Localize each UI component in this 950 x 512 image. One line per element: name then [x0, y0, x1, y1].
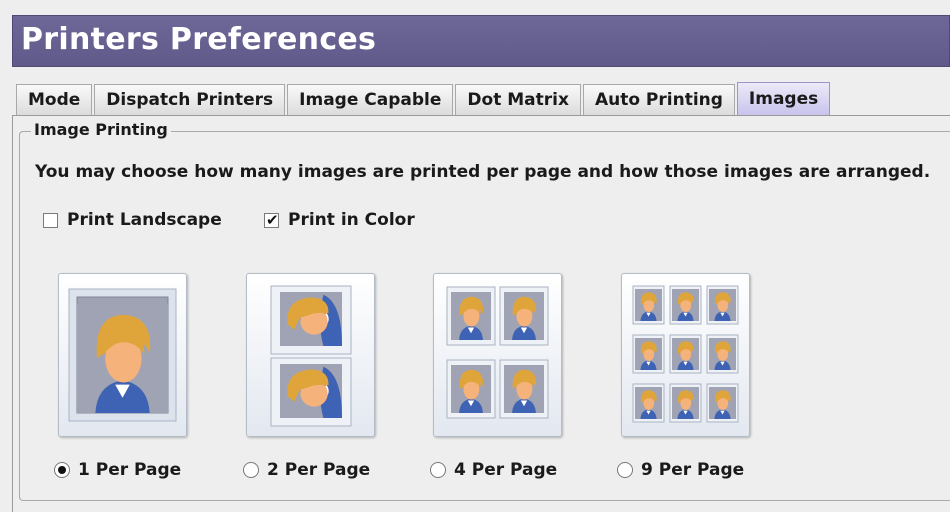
- radio-9-per-page[interactable]: 9 Per Page: [617, 460, 744, 480]
- tab-image-capable[interactable]: Image Capable: [287, 84, 454, 115]
- portrait-icon: [451, 365, 491, 413]
- print-landscape-checkbox[interactable]: Print Landscape: [43, 210, 222, 230]
- portrait-icon: [635, 387, 662, 419]
- radio-2-per-page[interactable]: 2 Per Page: [243, 460, 370, 480]
- tab-images[interactable]: Images: [736, 82, 831, 115]
- group-title: Image Printing: [31, 120, 171, 139]
- portrait-icon: [451, 292, 491, 340]
- portrait-icon: [77, 304, 168, 413]
- tab-dispatch-printers[interactable]: Dispatch Printers: [94, 84, 286, 115]
- portrait-icon: [672, 289, 699, 321]
- layout-1-per-page-preview[interactable]: [58, 273, 187, 437]
- radio-label: 9 Per Page: [641, 460, 745, 480]
- radio-button[interactable]: [54, 462, 70, 478]
- portrait-icon: [709, 289, 736, 321]
- checkmark-icon: ✔: [266, 210, 279, 229]
- portrait-icon: [280, 364, 342, 418]
- layout-2-per-page-preview[interactable]: [246, 273, 375, 437]
- radio-selected-dot: [58, 466, 66, 474]
- portrait-icon: [709, 338, 736, 370]
- portrait-icon: [672, 387, 699, 419]
- tab-auto-printing[interactable]: Auto Printing: [582, 84, 735, 115]
- portrait-icon: [709, 387, 736, 419]
- print-in-color-checkbox[interactable]: ✔ Print in Color: [264, 210, 415, 230]
- portrait-icon: [635, 289, 662, 321]
- print-in-color-box[interactable]: ✔: [264, 210, 279, 229]
- radio-label: 1 Per Page: [78, 460, 182, 480]
- tab-dot-matrix[interactable]: Dot Matrix: [455, 84, 581, 115]
- portrait-icon: [635, 338, 662, 370]
- layout-9-per-page-preview[interactable]: [621, 273, 750, 437]
- title-bar: Printers Preferences: [12, 15, 950, 67]
- portrait-icon: [504, 365, 544, 413]
- layout-4-per-page-preview[interactable]: [433, 273, 562, 437]
- print-in-color-label: Print in Color: [288, 210, 415, 230]
- tab-strip: Mode Dispatch Printers Image Capable Dot…: [16, 82, 832, 116]
- radio-label: 2 Per Page: [267, 460, 371, 480]
- portrait-icon: [280, 292, 342, 346]
- radio-button[interactable]: [430, 462, 446, 478]
- radio-4-per-page[interactable]: 4 Per Page: [430, 460, 557, 480]
- print-landscape-box[interactable]: [43, 212, 58, 228]
- radio-label: 4 Per Page: [454, 460, 558, 480]
- print-landscape-label: Print Landscape: [67, 210, 222, 230]
- radio-button[interactable]: [243, 462, 259, 478]
- radio-1-per-page[interactable]: 1 Per Page: [54, 460, 181, 480]
- radio-button[interactable]: [617, 462, 633, 478]
- tab-mode[interactable]: Mode: [16, 84, 93, 115]
- description-text: You may choose how many images are print…: [35, 162, 931, 182]
- portrait-icon: [504, 292, 544, 340]
- portrait-icon: [672, 338, 699, 370]
- window-title: Printers Preferences: [21, 22, 377, 57]
